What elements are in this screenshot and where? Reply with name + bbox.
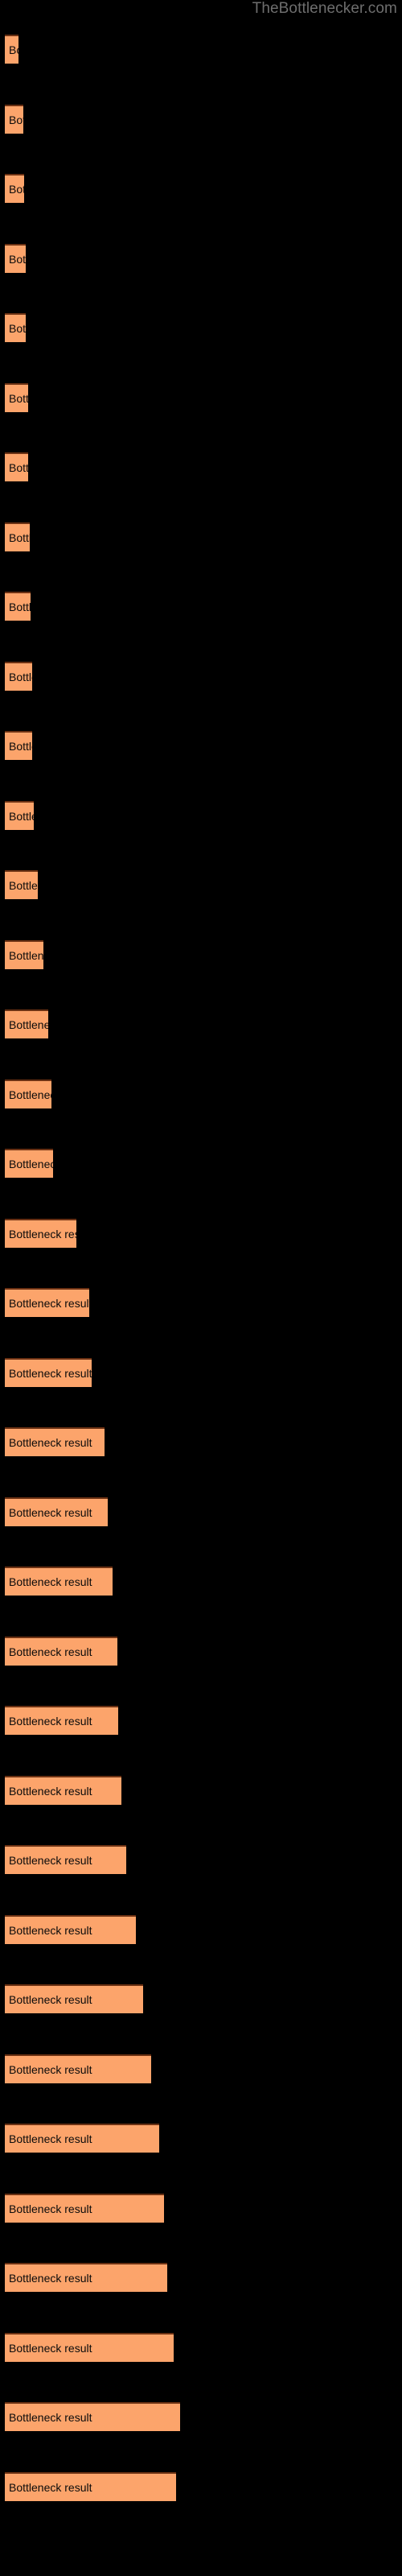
- bar-label: Bottleneck result: [9, 2062, 92, 2076]
- bar-11[interactable]: Bottleneck result: [5, 800, 34, 830]
- bar-label: Bottleneck result: [9, 2202, 92, 2215]
- bar-28[interactable]: Bottleneck result: [5, 1984, 143, 2013]
- bar-15[interactable]: Bottleneck result: [5, 1079, 51, 1108]
- bar-16[interactable]: Bottleneck result: [5, 1149, 53, 1178]
- bar-30[interactable]: Bottleneck result: [5, 2124, 159, 2153]
- bar-20[interactable]: Bottleneck result: [5, 1427, 105, 1456]
- bar-label: Bottleneck result: [9, 1784, 92, 1798]
- bar-label: Bottleneck result: [9, 1854, 92, 1867]
- bars-container: Bottleneck result Bottleneck result Bottle…: [0, 0, 402, 2576]
- bar-label: Bottleneck result: [9, 113, 23, 126]
- bar-24[interactable]: Bottleneck result: [5, 1706, 118, 1735]
- bar-22[interactable]: Bottleneck result: [5, 1567, 113, 1596]
- bar-label: Bottleneck result: [9, 2132, 92, 2145]
- bar-7[interactable]: Bottleneck result: [5, 522, 30, 551]
- bar-4[interactable]: Bottleneck result: [5, 313, 26, 342]
- bar-label: Bottleneck result: [9, 183, 24, 196]
- bar-label: Bottleneck result: [9, 461, 28, 474]
- bar-17[interactable]: Bottleneck result: [5, 1218, 76, 1248]
- bar-label: Bottleneck result: [9, 2411, 92, 2424]
- bar-label: Bottleneck result: [9, 43, 18, 56]
- bar-26[interactable]: Bottleneck result: [5, 1845, 126, 1874]
- bar-13[interactable]: Bottleneck result: [5, 939, 43, 969]
- bar-8[interactable]: Bottleneck result: [5, 592, 31, 621]
- bar-label: Bottleneck result: [9, 2341, 92, 2355]
- bar-3[interactable]: Bottleneck result: [5, 243, 26, 273]
- bar-29[interactable]: Bottleneck result: [5, 2054, 151, 2083]
- bar-label: Bottleneck result: [9, 322, 26, 335]
- bar-label: Bottleneck result: [9, 948, 43, 962]
- bar-10[interactable]: Bottleneck result: [5, 731, 32, 760]
- bar-23[interactable]: Bottleneck result: [5, 1636, 117, 1666]
- bar-34[interactable]: Bottleneck result: [5, 2402, 180, 2431]
- bar-31[interactable]: Bottleneck result: [5, 2193, 164, 2223]
- bar-label: Bottleneck result: [9, 879, 38, 892]
- bar-label: Bottleneck result: [9, 1923, 92, 1937]
- bar-label: Bottleneck result: [9, 530, 30, 544]
- bar-label: Bottleneck result: [9, 1018, 48, 1031]
- bar-label: Bottleneck result: [9, 1158, 53, 1170]
- bar-label: Bottleneck result: [9, 2480, 92, 2494]
- bar-21[interactable]: Bottleneck result: [5, 1496, 108, 1526]
- bar-label: Bottleneck result: [9, 670, 32, 683]
- bar-35[interactable]: Bottleneck result: [5, 2471, 176, 2501]
- bar-14[interactable]: Bottleneck result: [5, 1009, 48, 1038]
- bar-18[interactable]: Bottleneck result: [5, 1288, 89, 1317]
- bar-2[interactable]: Bottleneck result: [5, 174, 24, 203]
- bar-label: Bottleneck result: [9, 1715, 92, 1728]
- bar-label: Bottleneck result: [9, 2272, 92, 2285]
- bar-label: Bottleneck result: [9, 1366, 92, 1380]
- bar-33[interactable]: Bottleneck result: [5, 2332, 174, 2362]
- bar-label: Bottleneck result: [9, 601, 31, 613]
- bar-25[interactable]: Bottleneck result: [5, 1775, 121, 1805]
- bar-label: Bottleneck result: [9, 1575, 92, 1588]
- bar-label: Bottleneck result: [9, 1227, 76, 1241]
- bar-chart: TheBottlenecker.com Bottleneck resultBot…: [0, 0, 402, 2576]
- bar-label: Bottleneck result: [9, 740, 32, 753]
- bar-9[interactable]: Bottleneck result: [5, 661, 32, 691]
- bar-label: Bottleneck result: [9, 1088, 51, 1101]
- bar-32[interactable]: Bottleneck result: [5, 2263, 167, 2292]
- bar-label: Bottleneck result: [9, 809, 34, 823]
- bar-label: Bottleneck result: [9, 1993, 92, 2006]
- bar-1[interactable]: Bottleneck result: [5, 104, 23, 134]
- bar-label: Bottleneck result: [9, 1505, 92, 1519]
- bar-label: Bottleneck result: [9, 1297, 89, 1310]
- bar-label: Bottleneck result: [9, 391, 28, 405]
- bar-5[interactable]: Bottleneck result: [5, 382, 28, 412]
- bar-6[interactable]: Bottleneck result: [5, 452, 28, 481]
- bar-19[interactable]: Bottleneck result: [5, 1357, 92, 1387]
- bar-label: Bottleneck result: [9, 1645, 92, 1658]
- bar-label: Bottleneck result: [9, 252, 26, 266]
- bar-label: Bottleneck result: [9, 1436, 92, 1449]
- bar-0[interactable]: Bottleneck result: [5, 35, 18, 64]
- bar-27[interactable]: Bottleneck result: [5, 1914, 136, 1944]
- bar-12[interactable]: Bottleneck result: [5, 870, 38, 899]
